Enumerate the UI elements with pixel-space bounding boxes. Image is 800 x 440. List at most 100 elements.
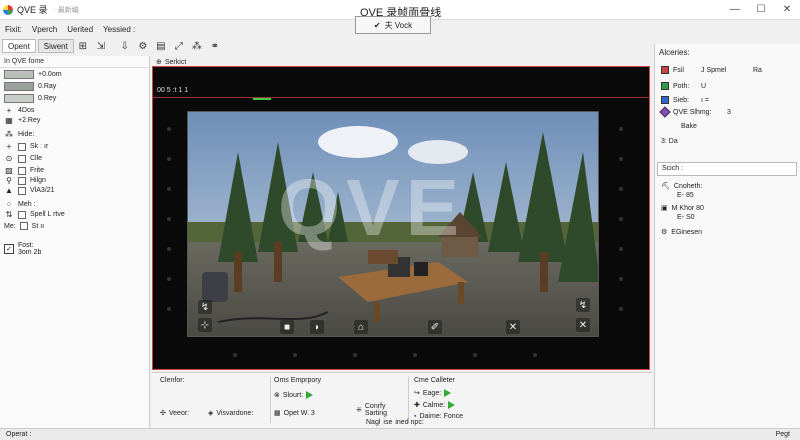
start-button[interactable]: ⊗ Slourt:: [274, 391, 314, 399]
property-row[interactable]: ⊙ Clle: [4, 154, 42, 163]
viewport[interactable]: 00 5 :t 1 1 QVE ↯ ⊹ ↯ ✕ ■ ◗ ⌂ ✐ ✕: [152, 66, 650, 370]
document-icon[interactable]: ▤: [152, 38, 170, 54]
item-label: Visvardone:: [216, 409, 254, 417]
property-row[interactable]: ▲ VlA3/21: [4, 186, 55, 195]
inspector-row[interactable]: Sieb:: [661, 96, 689, 104]
menu-item-settings[interactable]: Yessied :: [98, 25, 140, 34]
swatch-row[interactable]: +0.0om: [4, 70, 62, 79]
blue-marker-icon: [661, 96, 669, 104]
row-value[interactable]: ı =: [701, 97, 709, 104]
swatch-row[interactable]: 0.Rey: [4, 94, 56, 103]
font-row[interactable]: ✓ Fost: 3om 2b: [4, 242, 41, 256]
bake-button[interactable]: Bake: [681, 123, 697, 130]
watermark-text: QVE: [278, 163, 465, 252]
item-label: Calme:: [422, 401, 446, 409]
property-row[interactable]: ▨ Frite: [4, 166, 44, 175]
color-swatch[interactable]: [4, 70, 34, 79]
mouse-button[interactable]: ◗: [310, 320, 324, 334]
inspector-row[interactable]: Fsil: [661, 66, 684, 74]
close-button[interactable]: ✕: [774, 0, 800, 20]
camera-button[interactable]: ✚ Calme:: [414, 401, 456, 409]
property-row[interactable]: ⁂ Hide:: [4, 130, 34, 139]
inspector-row[interactable]: 3: Da: [661, 138, 678, 145]
vector-icon: ✣: [160, 410, 166, 417]
swatch-label: +0.0om: [38, 71, 62, 78]
tab-scene[interactable]: Siwent: [37, 39, 74, 53]
edit-button[interactable]: ✐: [428, 320, 442, 334]
jump-button[interactable]: ↯: [198, 300, 212, 314]
swatch-row[interactable]: 0.Ray: [4, 82, 56, 91]
section-title: Cme Calleter: [414, 377, 455, 384]
property-row[interactable]: ▦ +2.Rey: [4, 116, 40, 125]
property-row[interactable]: + 4Dos: [4, 106, 35, 115]
menu-item-edit[interactable]: Uerited: [62, 25, 98, 34]
inspector-row[interactable]: QVE Slhmg:: [659, 106, 712, 118]
panel-header: In QVE fome: [0, 56, 149, 68]
vector-button[interactable]: ✣ Veeor:: [160, 409, 189, 418]
checkbox[interactable]: [19, 222, 28, 230]
timeline-marker: [253, 98, 271, 100]
checkbox[interactable]: [18, 154, 26, 163]
expand-icon[interactable]: ⤢: [170, 38, 188, 54]
property-label: St ıı: [31, 222, 45, 230]
property-row[interactable]: ▣ M Khor 80: [661, 204, 704, 213]
app-logo-icon: [3, 4, 13, 15]
item-label: Opet W. 3: [283, 409, 315, 417]
minimize-button[interactable]: —: [722, 0, 748, 20]
footer-row: Nagl ise ined npc:: [366, 419, 424, 426]
property-row[interactable]: ⚲ Hilgn: [4, 176, 46, 185]
inspector-row[interactable]: Poth:: [661, 82, 689, 90]
property-label: +2.Rey: [18, 117, 41, 124]
row-label: Sieb:: [673, 96, 689, 104]
link-icon[interactable]: ⚭: [206, 38, 224, 54]
visibility-button[interactable]: ◈ Visvardone:: [208, 409, 254, 418]
sprint-button[interactable]: ↯: [576, 298, 590, 312]
row-value[interactable]: U: [701, 83, 706, 90]
center-button[interactable]: ⊹: [198, 318, 212, 332]
edge-button[interactable]: ↪ Eage:: [414, 389, 452, 397]
settings-icon[interactable]: ⚙: [134, 38, 152, 54]
close-view-button[interactable]: ✕: [576, 318, 590, 332]
tab-open[interactable]: Opent: [2, 39, 36, 53]
row-value[interactable]: J Spmel: [701, 67, 726, 74]
property-value[interactable]: E- S0: [677, 214, 695, 221]
open-button[interactable]: ▦ Opet W. 3: [274, 409, 315, 418]
frame-dot: [413, 353, 417, 357]
grid-icon[interactable]: ⁂: [188, 38, 206, 54]
cut-button[interactable]: ✕: [506, 320, 520, 334]
pin-icon[interactable]: ⇲: [92, 38, 110, 54]
property-row[interactable]: ⛏ Cnoheth:: [661, 182, 702, 191]
menu-bar: Fixit: Vperch Uerited Yessied :: [0, 22, 140, 36]
menu-item-file[interactable]: Fixit:: [0, 25, 27, 34]
property-value[interactable]: E- 85: [677, 192, 694, 199]
hierarchy-panel: In QVE fome +0.0om 0.Ray 0.Rey + 4Dos ▦ …: [0, 56, 150, 428]
color-swatch[interactable]: [4, 82, 34, 91]
checkbox[interactable]: [18, 142, 26, 151]
viewport-tab[interactable]: Serkict: [165, 59, 186, 66]
stop-button[interactable]: ■: [280, 320, 294, 334]
checkbox[interactable]: [18, 210, 26, 219]
import-icon[interactable]: ⇩: [116, 38, 134, 54]
frame-dot: [473, 353, 477, 357]
home-button[interactable]: ⌂: [354, 320, 368, 334]
property-row[interactable]: + Sk ː ır: [4, 142, 49, 151]
transform-tool-icon[interactable]: ⊞: [74, 38, 92, 54]
font-group: Fost: 3om 2b: [18, 242, 41, 256]
menu-item-search[interactable]: Vperch: [27, 25, 62, 34]
checkbox[interactable]: [18, 186, 26, 195]
property-row[interactable]: ⚙ EGinesen: [661, 228, 702, 237]
maximize-button[interactable]: ☐: [748, 0, 774, 20]
tab-search[interactable]: Scich :: [657, 162, 797, 176]
property-label: Frite: [30, 167, 44, 174]
checkbox[interactable]: [18, 166, 26, 175]
property-row[interactable]: ⇅ Spell L rtve: [4, 210, 65, 219]
editor-mode-select[interactable]: ✔ 夫 Vock: [355, 16, 431, 34]
sorting-button[interactable]: ⁜ Conrfy Sarting: [356, 403, 402, 417]
color-swatch[interactable]: [4, 94, 34, 103]
property-row[interactable]: Me: St ıı: [4, 222, 44, 230]
row-value-2[interactable]: Ra: [753, 67, 762, 74]
row-value[interactable]: 3: [727, 109, 731, 116]
checkbox[interactable]: [18, 176, 26, 185]
game-view[interactable]: QVE ↯ ⊹ ↯ ✕ ■ ◗ ⌂ ✐ ✕: [187, 111, 599, 337]
checkbox-checked-icon[interactable]: ✓: [4, 244, 14, 254]
